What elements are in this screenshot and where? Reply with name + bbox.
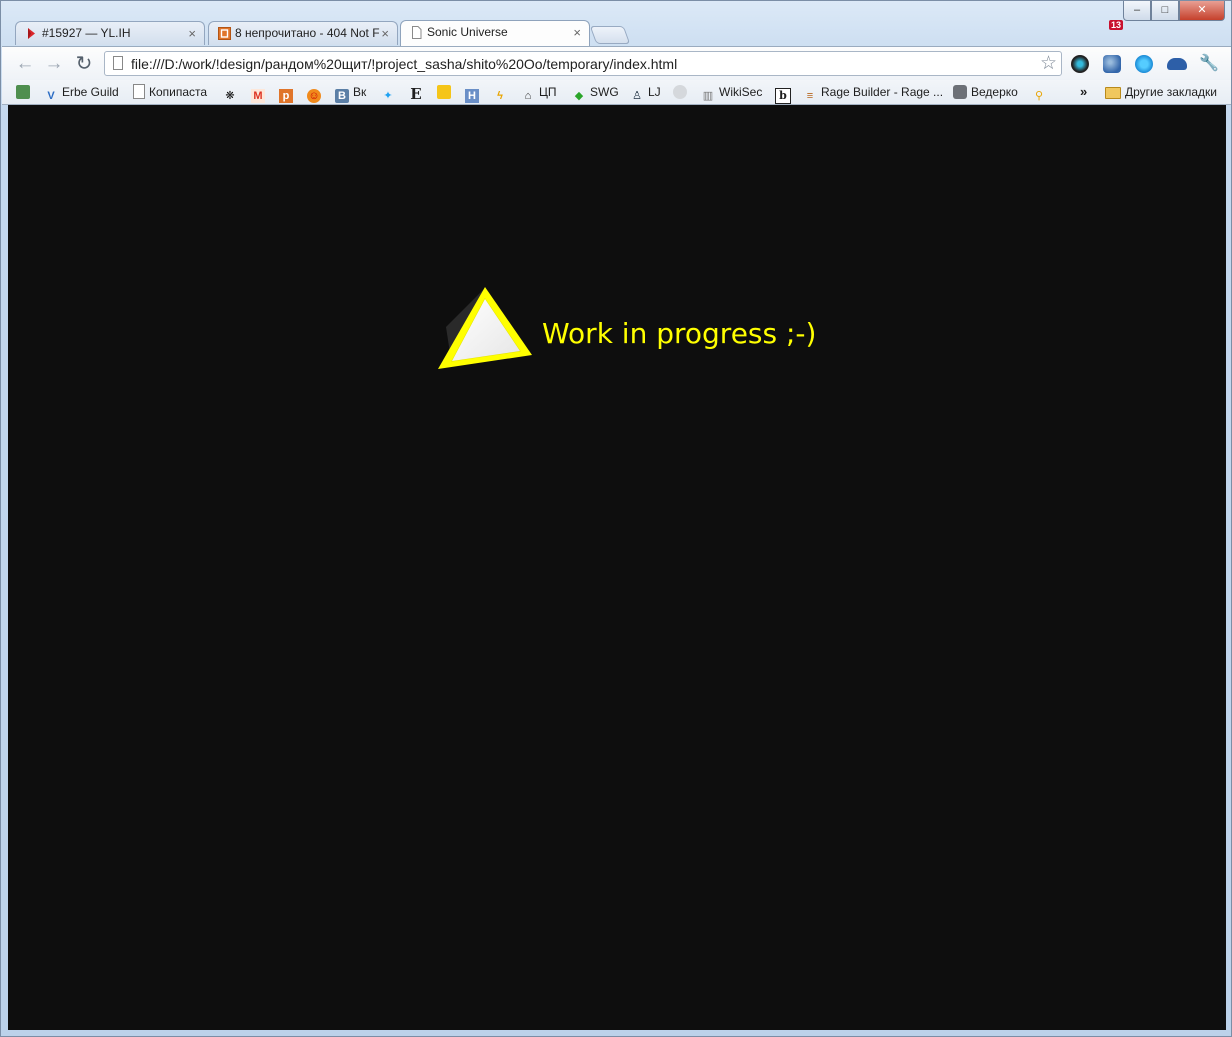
window-controls: – □ ✕	[1123, 1, 1225, 21]
face-icon: ☺	[307, 89, 321, 103]
bookmark-label: WikiSec	[719, 85, 763, 99]
url-text[interactable]: file:///D:/work/!design/рандом%20щит/!pr…	[131, 52, 677, 76]
bookmark-cp[interactable]: ⌂ ЦП	[521, 83, 557, 102]
back-arrow-icon[interactable]: ←	[14, 53, 36, 75]
bookmark-lightning[interactable]: ϟ	[493, 83, 507, 102]
m-icon: M	[251, 89, 265, 103]
paw-icon: ❋	[225, 90, 235, 102]
user-icon: ♙	[632, 90, 642, 102]
red-gem-icon	[28, 28, 35, 39]
tab-sonic-universe[interactable]: Sonic Universe ×	[400, 20, 590, 46]
grid-icon	[437, 85, 451, 99]
page-content: Work in progress ;-)	[8, 105, 1226, 1030]
bookmark-vederko[interactable]: Ведерко	[953, 83, 1018, 101]
wrench-icon[interactable]: 🔧	[1199, 55, 1219, 73]
warning-triangle-icon	[438, 287, 532, 369]
bookmark-star-icon[interactable]: ☆	[1040, 53, 1057, 75]
orange-square-icon	[218, 27, 231, 40]
lightning-icon: ϟ	[497, 90, 503, 102]
h-icon: H	[465, 89, 479, 103]
skype-extension-icon[interactable]	[1135, 55, 1153, 73]
bookmark-face[interactable]: ☺	[307, 83, 321, 103]
bookmark-key[interactable]: ⚲	[1032, 83, 1046, 102]
bookmark-label: Копипаста	[149, 85, 208, 99]
forward-arrow-icon[interactable]: →	[43, 53, 65, 75]
page-icon	[412, 26, 422, 39]
bookmark-label: Erbe Guild	[62, 85, 119, 99]
bookmark-label: SWG	[590, 85, 619, 99]
cloud-extension-icon[interactable]	[1167, 58, 1187, 70]
bookmark-twitter[interactable]: ✦	[381, 83, 395, 102]
bookmark-e[interactable]: E	[409, 83, 423, 103]
folder-icon	[1105, 87, 1121, 99]
tab-title: #15927 — YL.IH	[42, 26, 131, 40]
orange-square-icon: p	[279, 89, 293, 103]
bookmark-swg[interactable]: ◆ SWG	[572, 83, 619, 102]
bookmark-label: Ведерко	[971, 85, 1018, 99]
tab-title: Sonic Universe	[427, 25, 508, 39]
camera-extension-icon[interactable]	[1071, 55, 1089, 73]
tab-title: 8 непрочитано - 404 Not F	[235, 26, 380, 40]
page-icon	[133, 84, 145, 99]
bookmark-label: LJ	[648, 85, 661, 99]
bookmark-b[interactable]: b	[775, 83, 791, 104]
bookmark-h[interactable]: H	[465, 83, 479, 103]
burger-icon: ≡	[806, 90, 814, 102]
other-bookmarks-folder[interactable]: Другие закладки	[1105, 83, 1217, 101]
tab-unread[interactable]: 8 непрочитано - 404 Not F ×	[208, 21, 398, 45]
bookmark-orange[interactable]: p	[279, 83, 293, 103]
bookmark-rage-builder[interactable]: ≡ Rage Builder - Rage ...	[803, 83, 944, 102]
mail-extension-icon[interactable]	[1103, 55, 1121, 73]
bookmark-wikisec[interactable]: ▥ WikiSec	[701, 83, 763, 102]
bookmarks-bar: V Erbe Guild Копипаста ❋ M p ☺ B Вк ✦ E H …	[2, 80, 1231, 105]
network-icon: ⌂	[524, 90, 532, 102]
bookmark-vk[interactable]: B Вк	[335, 83, 367, 103]
bookmark-label: ЦП	[539, 85, 557, 99]
disc-icon	[673, 85, 687, 99]
tab-strip: #15927 — YL.IH × 8 непрочитано - 404 Not…	[1, 1, 1231, 47]
work-in-progress-message: Work in progress ;-)	[542, 317, 817, 350]
bookmark-label: Вк	[353, 85, 367, 99]
bookmark-disc[interactable]	[673, 83, 687, 101]
bookmark-m[interactable]: M	[251, 83, 265, 103]
book-icon: ▥	[702, 90, 714, 102]
bookmark-erbe-guild[interactable]: V Erbe Guild	[44, 83, 119, 102]
notification-badge: 13	[1109, 20, 1124, 30]
bookmark-paw[interactable]: ❋	[223, 83, 237, 102]
v-icon: V	[47, 90, 55, 102]
close-tab-icon[interactable]: ×	[188, 22, 196, 45]
bucket-icon	[953, 85, 967, 99]
new-tab-button[interactable]	[589, 26, 631, 44]
e-icon: E	[410, 85, 422, 103]
cube-icon	[16, 85, 30, 99]
b-icon: b	[775, 88, 791, 104]
bookmark-kopipasta[interactable]: Копипаста	[133, 83, 207, 101]
reload-icon[interactable]: ↻	[73, 53, 95, 75]
close-tab-icon[interactable]: ×	[381, 22, 389, 45]
close-tab-icon[interactable]: ×	[573, 21, 581, 44]
vk-icon: B	[335, 89, 349, 103]
bookmark-cube[interactable]	[16, 83, 30, 101]
browser-window: #15927 — YL.IH × 8 непрочитано - 404 Not…	[0, 0, 1232, 1037]
close-window-button[interactable]: ✕	[1179, 1, 1225, 21]
bookmarks-overflow-button[interactable]: »	[1080, 83, 1087, 101]
bird-icon: ✦	[383, 90, 393, 102]
maximize-button[interactable]: □	[1151, 1, 1179, 21]
bookmark-label: Другие закладки	[1125, 85, 1217, 99]
bookmark-lj[interactable]: ♙ LJ	[630, 83, 661, 102]
minimize-button[interactable]: –	[1123, 1, 1151, 21]
gem-icon: ◆	[574, 90, 584, 102]
page-icon	[113, 56, 123, 70]
tab-yl-ih[interactable]: #15927 — YL.IH ×	[15, 21, 205, 45]
bookmark-grid[interactable]	[437, 83, 451, 101]
navigation-toolbar: ← → ↻ file:///D:/work/!design/рандом%20щ…	[2, 46, 1231, 81]
bookmark-label: Rage Builder - Rage ...	[821, 85, 944, 99]
key-icon: ⚲	[1034, 90, 1044, 102]
address-bar[interactable]: file:///D:/work/!design/рандом%20щит/!pr…	[104, 51, 1062, 76]
